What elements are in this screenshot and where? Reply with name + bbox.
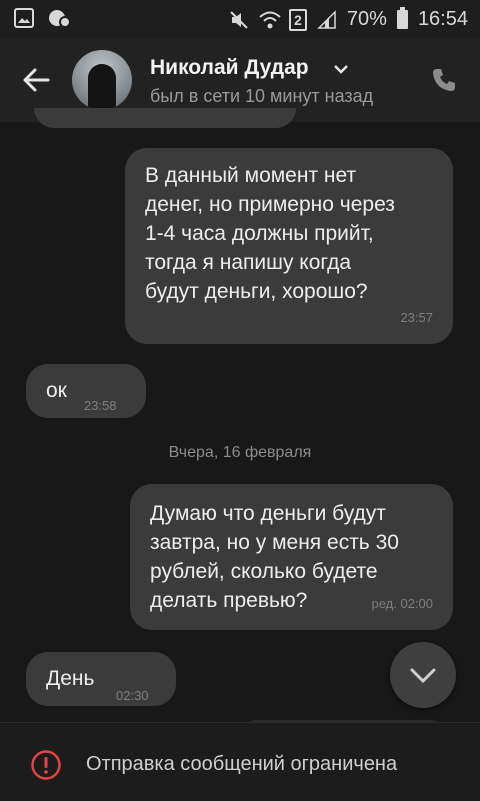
status-bar: 2 70% 16:54 <box>0 0 480 38</box>
message-incoming[interactable]: ок 23:58 <box>26 364 146 418</box>
signal-icon <box>317 9 337 30</box>
contact-name[interactable]: Николай Дудар <box>150 56 309 80</box>
composer-restricted-bar: Отправка сообщений ограничена <box>0 722 480 801</box>
restriction-message: Отправка сообщений ограничена <box>86 753 398 775</box>
message-time: ред. 02:00 <box>371 596 433 611</box>
message-incoming[interactable]: День 02:30 <box>26 652 176 706</box>
message-text: День <box>46 667 95 690</box>
message-text: ок <box>46 379 67 402</box>
battery-icon <box>396 7 408 29</box>
back-arrow-icon[interactable] <box>18 62 54 98</box>
message-time: 23:58 <box>84 398 117 413</box>
message-list[interactable]: В данный момент нет денег, но примерно ч… <box>0 108 480 728</box>
battery-percent: 70% <box>346 8 387 30</box>
chevron-down-icon[interactable] <box>333 62 349 80</box>
wifi-icon <box>259 10 281 30</box>
scroll-down-button[interactable] <box>390 642 456 708</box>
partial-message <box>34 108 296 128</box>
message-outgoing[interactable]: В данный момент нет денег, но примерно ч… <box>125 148 453 344</box>
date-separator: Вчера, 16 февраля <box>168 444 312 461</box>
chevron-down-icon <box>410 668 436 684</box>
message-time: 23:57 <box>400 310 433 325</box>
clock: 16:54 <box>417 8 468 30</box>
gallery-icon <box>14 8 34 28</box>
message-text: Думаю что деньги будут завтра, но у меня… <box>150 502 399 612</box>
last-seen-status: был в сети 10 минут назад <box>150 86 374 106</box>
message-time: 02:30 <box>116 688 149 703</box>
sim-icon: 2 <box>288 8 307 31</box>
mute-icon <box>229 10 249 30</box>
phone-icon[interactable] <box>430 66 458 99</box>
notification-icon <box>48 8 71 28</box>
message-text: В данный момент нет денег, но примерно ч… <box>145 164 395 303</box>
warning-icon <box>30 749 62 786</box>
message-outgoing[interactable]: Думаю что деньги будут завтра, но у меня… <box>130 484 453 630</box>
avatar[interactable] <box>72 50 132 110</box>
